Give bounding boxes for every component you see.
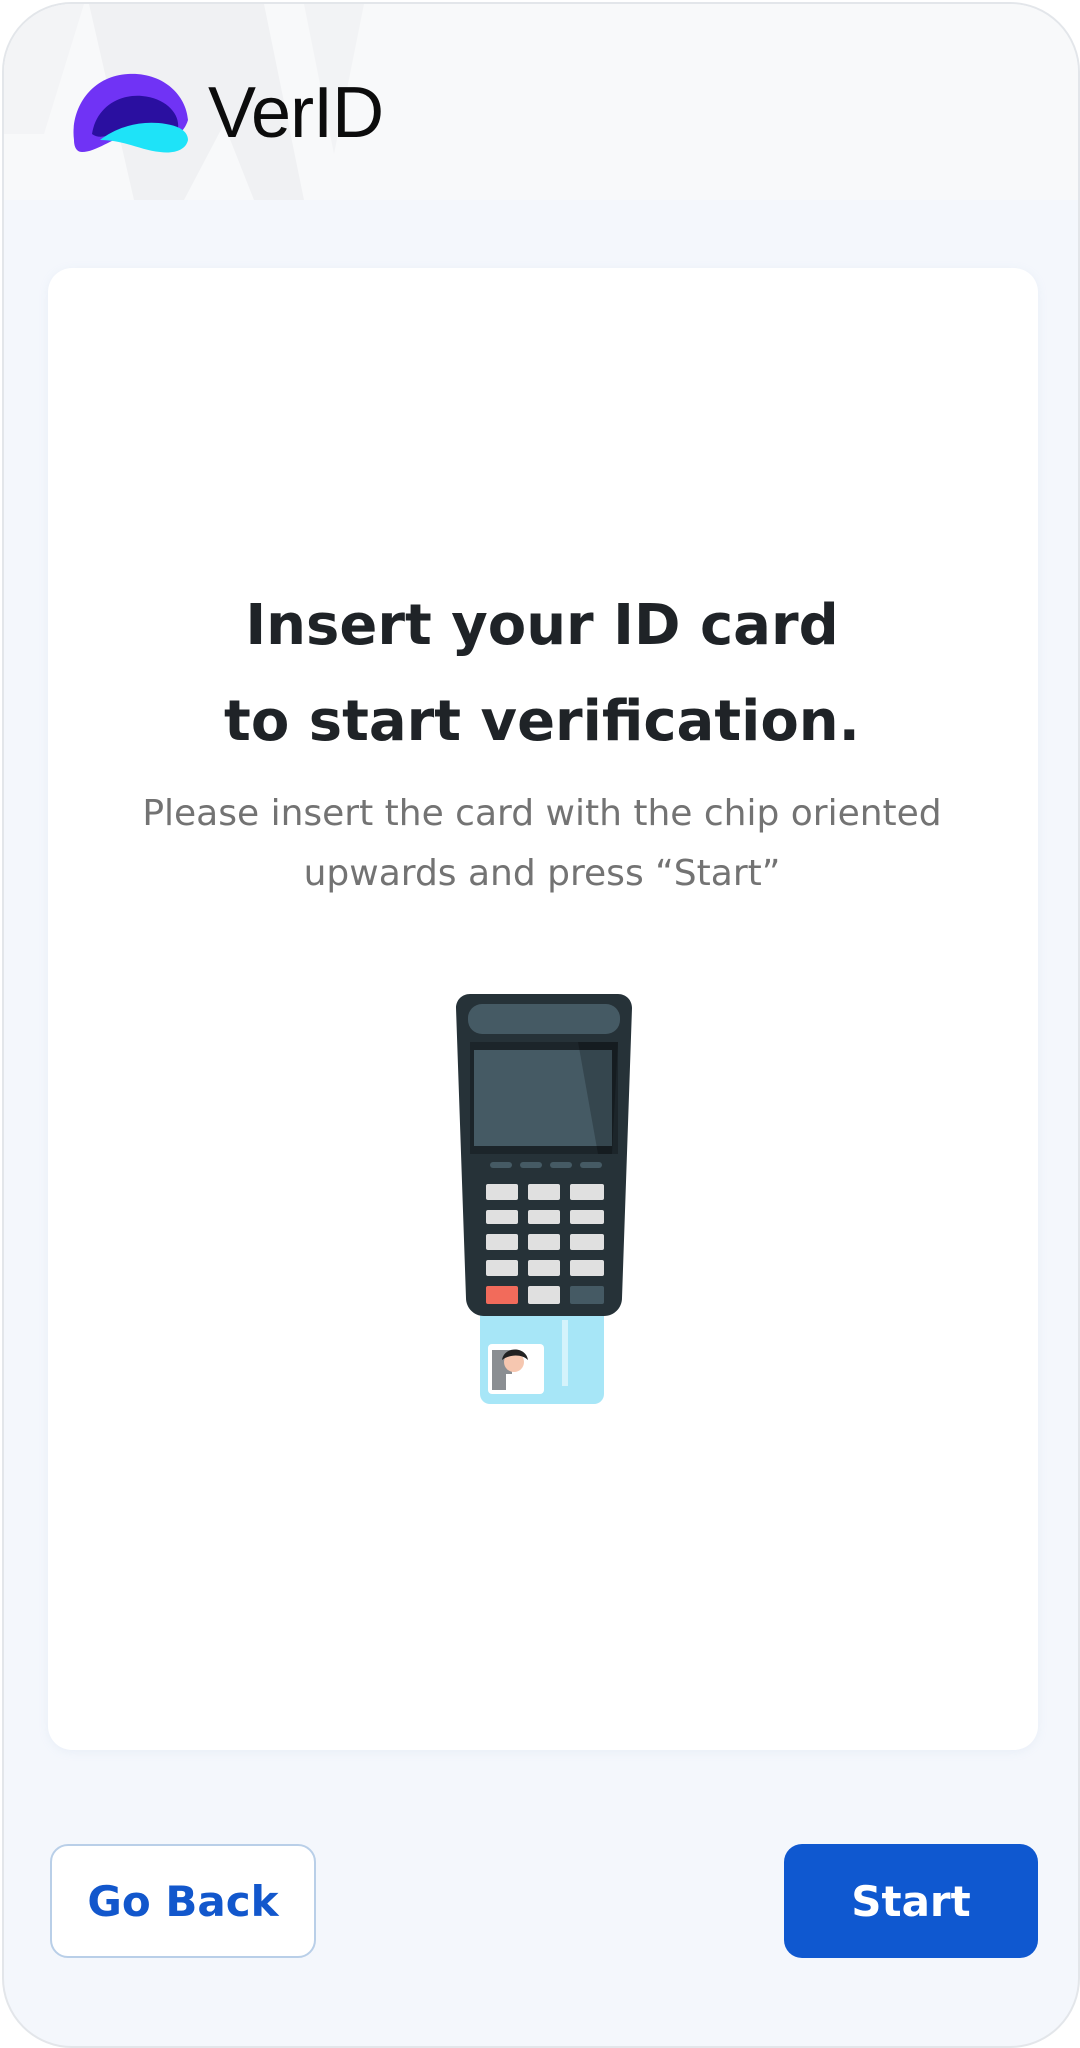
instruction-text: Please insert the card with the chip ori…	[4, 784, 1078, 904]
header-bar: VerID	[4, 4, 1078, 200]
brand-name: VerID	[208, 73, 384, 153]
go-back-button[interactable]: Go Back	[50, 1844, 316, 1958]
card-reader-with-id-card-icon	[456, 994, 632, 1404]
brand-logo: VerID	[70, 70, 384, 156]
verid-logo-icon	[73, 73, 188, 153]
page-title: Insert your ID card to start verificatio…	[4, 578, 1078, 770]
subtitle-line-1: Please insert the card with the chip ori…	[142, 793, 942, 834]
device-frame: VerID Insert your ID card to start verif…	[2, 2, 1080, 2048]
title-line-2: to start verification.	[224, 689, 860, 754]
title-line-1: Insert your ID card	[245, 593, 839, 658]
subtitle-line-2: upwards and press “Start”	[303, 853, 781, 894]
start-button[interactable]: Start	[784, 1844, 1038, 1958]
